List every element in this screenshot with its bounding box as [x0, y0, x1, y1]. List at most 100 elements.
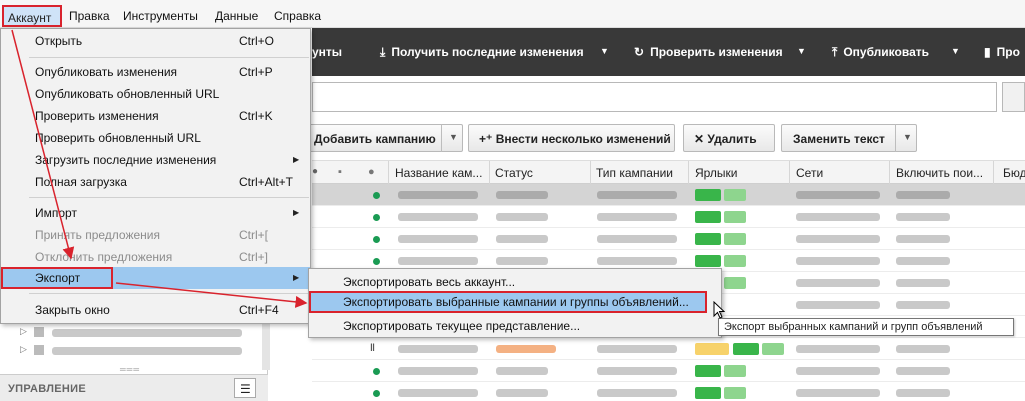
get-changes-button[interactable]: ⤓ Получить последние изменения: [380, 45, 584, 60]
menu-item-export[interactable]: Экспорт ▶: [1, 267, 310, 289]
bulk-changes-button[interactable]: +⁺ Внести несколько изменений: [468, 124, 675, 152]
resize-grip-icon[interactable]: ═══: [120, 365, 140, 374]
delete-label: ✕ Удалить: [694, 132, 757, 146]
menu-item-open[interactable]: Открыть Ctrl+O: [1, 30, 310, 52]
menu-item-publish-url[interactable]: Опубликовать обновленный URL: [1, 83, 310, 105]
expand-arrow-icon[interactable]: ▷: [20, 326, 27, 337]
menu-item-accept-suggestions: Принять предложения Ctrl+[: [35, 228, 269, 242]
download-icon: ⤓: [380, 45, 386, 59]
export-submenu: Экспортировать весь аккаунт... Экспортир…: [308, 268, 722, 338]
status-dot-icon: [373, 214, 380, 221]
status-dot-icon: [373, 258, 380, 265]
table-row[interactable]: [312, 206, 1025, 228]
status-column-icon: ●: [312, 166, 319, 177]
submenu-export-account[interactable]: Экспортировать весь аккаунт...: [309, 271, 721, 293]
state-column-icon: ●: [368, 166, 375, 178]
plus-plus-icon: +⁺: [479, 132, 493, 146]
tree-item[interactable]: ▷: [20, 324, 260, 342]
column-campaign-name[interactable]: Название кам...: [395, 166, 482, 180]
upload-icon: ⤒: [832, 45, 838, 59]
search-input[interactable]: [312, 82, 997, 112]
tooltip: Экспорт выбранных кампаний и групп объяв…: [718, 318, 1014, 336]
menu-item-load-changes[interactable]: Загрузить последние изменения ▶: [1, 149, 310, 171]
stats-label: Про: [996, 45, 1020, 59]
menu-edit[interactable]: Правка: [69, 9, 110, 23]
menubar: Аккаунт Правка Инструменты Данные Справк…: [0, 0, 1025, 28]
accounts-button[interactable]: унты: [312, 45, 342, 59]
status-dot-icon: [373, 192, 380, 199]
menu-tools[interactable]: Инструменты: [123, 9, 198, 23]
status-dot-icon: [373, 236, 380, 243]
status-dot-icon: [373, 390, 380, 397]
submenu-arrow-icon: ▶: [293, 273, 300, 282]
menu-account[interactable]: Аккаунт: [2, 5, 62, 27]
stats-button[interactable]: ▮ Про: [984, 45, 1020, 59]
check-changes-caret-icon[interactable]: ▼: [797, 46, 806, 56]
column-budget[interactable]: Бюд: [1003, 166, 1025, 180]
filter-icon: ☰: [240, 382, 251, 396]
management-bar: УПРАВЛЕНИЕ ☰: [0, 374, 268, 401]
bar-chart-icon: ▮: [984, 45, 991, 59]
status-dot-icon: [373, 368, 380, 375]
table-header: ● ▪ ● Название кам... Статус Тип кампани…: [312, 160, 1025, 184]
column-networks[interactable]: Сети: [796, 166, 823, 180]
close-icon: ✕: [694, 132, 705, 146]
account-menu: Открыть Ctrl+O Опубликовать изменения Ct…: [0, 28, 311, 324]
menu-separator: [29, 293, 309, 294]
menu-separator: [29, 197, 309, 198]
expand-arrow-icon[interactable]: ▷: [20, 344, 27, 355]
menu-item-check-url[interactable]: Проверить обновленный URL: [1, 127, 310, 149]
menu-data[interactable]: Данные: [215, 9, 258, 23]
account-tree-panel: ▷ ▷ ═══ УПРАВЛЕНИЕ ☰: [0, 320, 268, 401]
mouse-cursor-icon: [713, 301, 725, 319]
search-options-button[interactable]: [1002, 82, 1025, 112]
bulk-changes-label: +⁺ Внести несколько изменений: [479, 132, 671, 146]
menu-item-import[interactable]: Импорт ▶: [1, 202, 310, 224]
menu-item-full-load[interactable]: Полная загрузка Ctrl+Alt+T: [1, 171, 310, 193]
delete-button[interactable]: ✕ Удалить: [683, 124, 775, 152]
replace-text-label: Заменить текст: [793, 132, 885, 146]
add-campaign-label: Добавить кампанию: [314, 132, 436, 146]
tree-scrollbar[interactable]: [262, 320, 270, 370]
menu-item-check-changes[interactable]: Проверить изменения Ctrl+K: [1, 105, 310, 127]
menu-help[interactable]: Справка: [274, 9, 321, 23]
menu-item-close-window[interactable]: Закрыть окно Ctrl+F4: [1, 299, 310, 321]
column-labels[interactable]: Ярлыки: [695, 166, 738, 180]
column-include-search[interactable]: Включить пои...: [896, 166, 983, 180]
get-changes-label: Получить последние изменения: [391, 45, 584, 59]
tree-item[interactable]: ▷: [20, 342, 260, 360]
check-changes-button[interactable]: ↻ Проверить изменения: [634, 45, 783, 59]
submenu-export-current-view[interactable]: Экспортировать текущее представление...: [309, 315, 721, 337]
get-changes-caret-icon[interactable]: ▼: [600, 46, 609, 56]
filter-button[interactable]: ☰: [234, 378, 256, 398]
column-campaign-type[interactable]: Тип кампании: [596, 166, 673, 180]
menu-item-publish-changes[interactable]: Опубликовать изменения Ctrl+P: [1, 61, 310, 83]
management-label: УПРАВЛЕНИЕ: [8, 383, 86, 395]
submenu-arrow-icon: ▶: [293, 155, 300, 164]
comment-column-icon: ▪: [338, 166, 342, 178]
table-row[interactable]: ǁ: [312, 338, 1025, 360]
column-status[interactable]: Статус: [495, 166, 533, 180]
pause-icon: ǁ: [370, 343, 375, 354]
table-row[interactable]: [312, 360, 1025, 382]
menu-item-reject-suggestions: Отклонить предложения Ctrl+]: [35, 250, 269, 264]
table-row[interactable]: [312, 184, 1025, 206]
replace-text-caret-icon[interactable]: ▼: [895, 124, 917, 152]
replace-text-button[interactable]: Заменить текст ▼: [781, 124, 917, 152]
tooltip-text: Экспорт выбранных кампаний и групп объяв…: [724, 321, 983, 333]
main-toolbar: унты ⤓ Получить последние изменения ▼ ↻ Пр…: [312, 28, 1025, 76]
add-campaign-button[interactable]: Добавить кампанию ▼: [297, 124, 463, 152]
menu-account-label: Аккаунт: [8, 11, 52, 25]
publish-label: Опубликовать: [843, 45, 930, 59]
menu-separator: [29, 57, 309, 58]
add-campaign-caret-icon[interactable]: ▼: [441, 124, 463, 152]
table-row[interactable]: [312, 382, 1025, 401]
submenu-arrow-icon: ▶: [293, 208, 300, 217]
submenu-export-selected[interactable]: Экспортировать выбранные кампании и груп…: [309, 291, 707, 313]
table-row[interactable]: [312, 228, 1025, 250]
check-changes-label: Проверить изменения: [650, 45, 783, 59]
publish-button[interactable]: ⤒ Опубликовать: [832, 45, 929, 60]
publish-caret-icon[interactable]: ▼: [951, 46, 960, 56]
campaign-icon: [34, 345, 44, 355]
campaign-icon: [34, 327, 44, 337]
